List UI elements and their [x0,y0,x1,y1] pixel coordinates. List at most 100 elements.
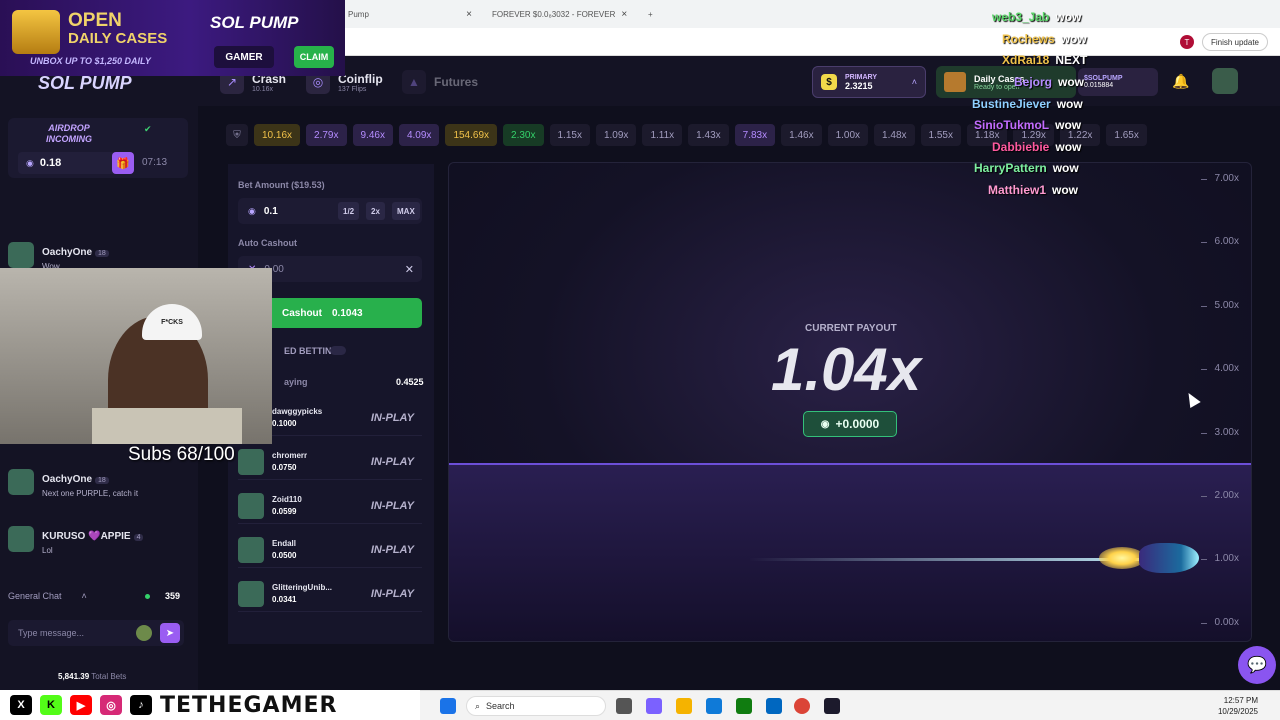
chat-message-input[interactable]: Type message... ➤ [8,620,184,646]
file-explorer-icon[interactable] [676,698,692,714]
player-bet: 0.0750 [272,463,297,472]
solpump-token-pill[interactable]: $SOLPUMP 0.015884 [1078,68,1158,96]
tab-sub: 137 Flips [338,85,367,93]
site-logo[interactable]: SOL PUMP [38,73,132,94]
profile-avatar[interactable]: T [1180,35,1194,49]
copilot-icon[interactable] [646,698,662,714]
player-name: dawggypicks [272,407,323,416]
bell-icon[interactable]: 🔔 [1172,73,1189,90]
chat-username[interactable]: OachyOne [42,474,92,485]
history-chip[interactable]: 9.46x [352,124,393,146]
level-badge: 18 [95,477,109,484]
emoji-icon[interactable] [136,625,152,641]
player-bet: 0.0599 [272,507,297,516]
stream-chat-text: wow [1055,140,1082,154]
chat-username[interactable]: OachyOne [42,247,92,258]
advanced-betting-toggle[interactable] [330,346,346,355]
chat-channel-selector[interactable]: General Chat ˄ 359 [8,586,188,606]
edge-icon[interactable] [706,698,722,714]
close-icon[interactable]: × [466,9,472,20]
player-status: IN-PLAY [370,411,414,424]
history-chip[interactable]: 2.79x [306,124,347,146]
double-button[interactable]: 2x [366,202,385,220]
store-icon[interactable] [766,698,782,714]
chat-username[interactable]: KURUSO 💜APPIE [42,531,131,542]
axis-tick-label: 7.00x [1214,173,1239,184]
history-chip[interactable]: 7.83x [734,124,776,146]
axis-tick-label: 3.00x [1214,426,1239,438]
cashout-value: 0.1043 [332,307,363,319]
history-chip[interactable]: 1.15x [549,124,590,146]
history-chip[interactable]: 1.55x [920,124,961,146]
history-chip[interactable]: 2.30x [503,124,544,146]
instagram-icon: ◎ [100,695,122,715]
channel-label: General Chat [8,591,62,601]
system-clock[interactable]: 12:57 PM 10/29/2025 [1218,695,1258,717]
avatar[interactable] [8,242,34,268]
chrome-icon[interactable] [794,698,810,714]
close-icon[interactable]: ✕ [405,263,414,276]
stream-chat-user: HarryPattern [974,161,1047,175]
banner-open: OPEN [68,10,122,31]
chest-icon [944,72,966,92]
send-button[interactable]: ➤ [160,623,180,643]
player-bet: 0.0341 [272,595,297,604]
finish-update-button[interactable]: Finish update [1201,33,1268,51]
axis-tick-label: 0.00x [1214,616,1239,628]
taskbar-search[interactable]: ⌕ Search [466,696,606,716]
axis-tick [1201,305,1207,307]
stream-chat-text: wow [1056,97,1083,111]
history-chip[interactable]: 154.69x [445,124,498,146]
history-chip[interactable]: 1.11x [642,124,683,146]
search-icon: ⌕ [475,700,481,711]
stream-chat-line: Rochews wow [1002,32,1087,46]
banner-brand: SOL PUMP [210,13,299,32]
treasure-chest-icon [12,10,60,54]
task-view-icon[interactable] [616,698,632,714]
windows-start-icon[interactable] [440,698,456,714]
half-button[interactable]: 1/2 [338,202,360,220]
xbox-icon[interactable] [736,698,752,714]
history-chip[interactable]: 1.43x [688,124,729,146]
online-count: 359 [164,591,180,601]
app-icon[interactable] [824,698,840,714]
sol-coin-icon: ◉ [820,418,830,430]
history-chip[interactable]: 1.46x [781,124,822,146]
total-bets: 5,841.39 Total Bets [58,672,127,681]
axis-tick-label: 4.00x [1214,363,1239,375]
browser-tab[interactable]: Pump × [340,4,480,24]
avatar[interactable] [238,536,264,563]
avatar[interactable] [238,492,264,519]
chat-message: KURUSO 💜APPIE 4 Lol [8,526,188,555]
shield-icon[interactable]: ⛨ [226,124,248,146]
stream-chat-line: Bejorg wow [1014,75,1084,89]
gamer-button[interactable]: GAMER [214,46,274,68]
player-status: IN-PLAY [370,499,414,512]
bet-amount-input[interactable]: ◉ 0.1 1/2 2x MAX [238,198,422,224]
stream-chat-text: NEXT [1055,53,1088,67]
avatar[interactable] [238,448,264,475]
avatar[interactable] [8,469,34,495]
user-avatar[interactable] [1212,68,1238,94]
history-chip[interactable]: 1.48x [874,124,915,146]
history-chip[interactable]: 1.09x [595,124,637,146]
tab-title: FOREVER $0.0₈3032 - FOREVER [492,9,616,19]
bet-amount-value: 0.1 [263,205,278,217]
airdrop-amount: 0.18 [39,157,62,169]
history-chip[interactable]: 1.00x [827,124,869,146]
history-chip[interactable]: 10.16x [254,124,301,146]
close-icon[interactable]: × [621,9,627,20]
browser-tab[interactable]: FOREVER $0.0₈3032 - FOREVER × [484,4,636,24]
support-chat-button[interactable]: 💬 [1238,646,1276,684]
gift-icon[interactable]: 🎁 [112,152,134,174]
history-chip[interactable]: 1.65x [1106,124,1147,146]
tab-futures[interactable]: ▲ Futures [402,70,478,94]
claim-button[interactable]: CLAIM [294,46,334,68]
avatar[interactable] [238,580,264,607]
avatar[interactable] [8,526,34,552]
stream-chat-text: wow [1055,118,1082,132]
wallet-selector[interactable]: $ PRIMARY 2.3215 ˄ [812,66,926,98]
new-tab-icon[interactable]: + [640,4,661,24]
history-chip[interactable]: 4.09x [398,124,440,146]
max-button[interactable]: MAX [392,202,420,220]
